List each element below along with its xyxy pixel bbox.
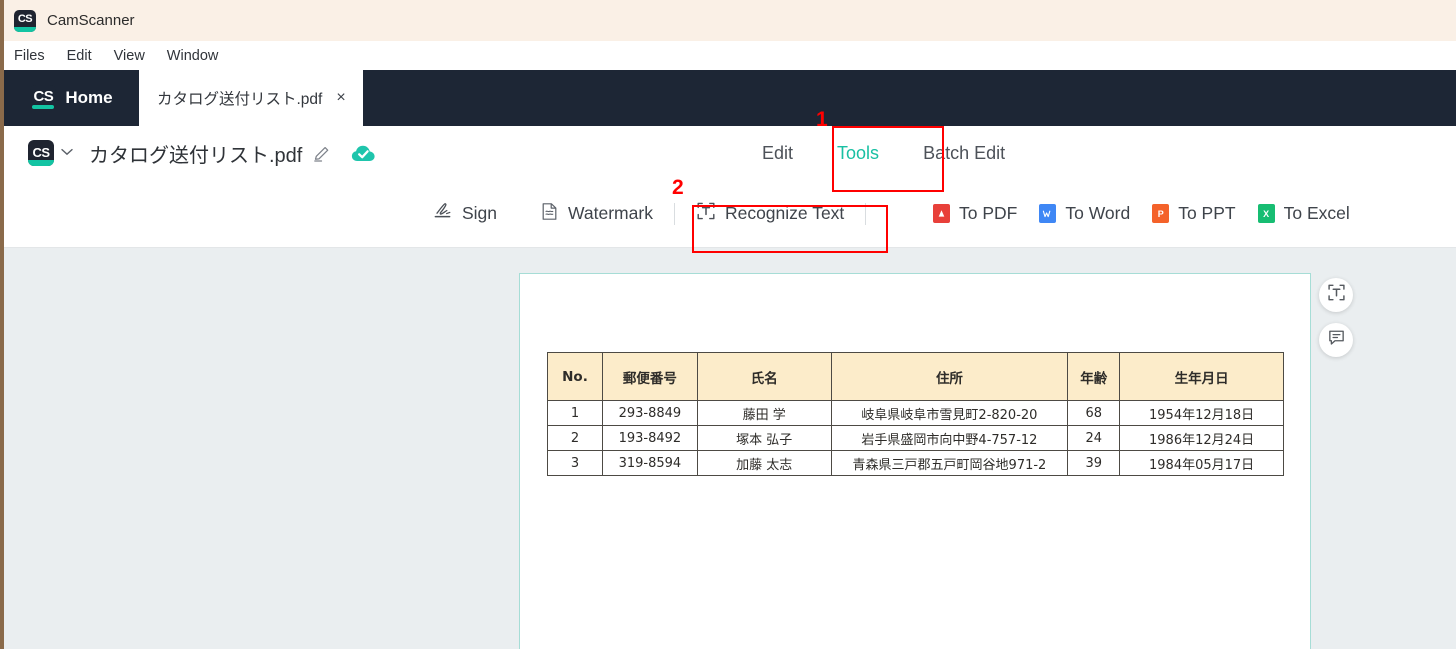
cell-birthday: 1986年12月24日 xyxy=(1119,425,1284,451)
toolbar-divider-2 xyxy=(865,202,867,225)
table-header-row: No. 郵便番号 氏名 住所 年齢 生年月日 xyxy=(547,352,1284,401)
tool-button-group: Sign Watermark Recognize Text xyxy=(422,193,876,234)
table-row: 2 193-8492 塚本 弘子 岩手県盛岡市向中野4-757-12 24 19… xyxy=(547,425,1284,451)
cloud-check-icon xyxy=(351,144,376,163)
menu-edit[interactable]: Edit xyxy=(67,48,92,64)
document-header: CS カタログ送付リスト.pdf Edit Tools Batch Edit xyxy=(4,126,1456,180)
cell-birthday: 1954年12月18日 xyxy=(1119,400,1284,426)
col-header-name: 氏名 xyxy=(696,352,832,401)
word-file-icon xyxy=(1039,204,1057,223)
pdf-file-icon xyxy=(933,204,950,223)
to-word-label: To Word xyxy=(1065,203,1131,223)
sign-button[interactable]: Sign xyxy=(422,193,508,234)
cell-zip: 193-8492 xyxy=(601,425,698,451)
to-pdf-label: To PDF xyxy=(959,203,1018,223)
ocr-text-icon xyxy=(696,201,716,226)
watermark-label: Watermark xyxy=(568,203,653,223)
tab-document[interactable]: カタログ送付リスト.pdf × xyxy=(139,70,363,126)
document-logo-text: CS xyxy=(32,144,50,160)
page-title: カタログ送付リスト.pdf xyxy=(89,144,303,167)
cell-address: 岩手県盛岡市向中野4-757-12 xyxy=(830,425,1069,451)
table-row: 3 319-8594 加藤 太志 青森県三戸郡五戸町岡谷地971-2 39 19… xyxy=(547,450,1284,476)
comment-float-button[interactable] xyxy=(1319,323,1353,357)
cell-age: 24 xyxy=(1067,425,1121,451)
cell-name: 加藤 太志 xyxy=(696,450,832,476)
menu-view[interactable]: View xyxy=(114,48,145,64)
to-excel-label: To Excel xyxy=(1283,203,1350,223)
document-page[interactable]: No. 郵便番号 氏名 住所 年齢 生年月日 1 293-8849 藤田 学 岐… xyxy=(519,273,1311,649)
to-excel-button[interactable]: X To Excel xyxy=(1247,195,1361,232)
excel-file-icon: X xyxy=(1257,204,1275,223)
chevron-down-icon[interactable] xyxy=(61,147,73,159)
to-ppt-button[interactable]: P To PPT xyxy=(1141,195,1246,232)
tab-home-label: Home xyxy=(65,88,113,107)
watermark-document-icon xyxy=(540,202,559,226)
app-window: CS CamScanner Files Edit View Window CS … xyxy=(0,0,1456,649)
tab-batch-edit[interactable]: Batch Edit xyxy=(901,126,1027,180)
tab-edit[interactable]: Edit xyxy=(740,126,815,180)
recognize-text-button[interactable]: Recognize Text xyxy=(685,193,855,234)
floating-action-buttons xyxy=(1319,278,1353,357)
menu-window[interactable]: Window xyxy=(167,48,219,64)
home-logo-text: CS xyxy=(33,88,54,105)
to-ppt-label: To PPT xyxy=(1178,203,1236,223)
document-canvas[interactable]: No. 郵便番号 氏名 住所 年齢 生年月日 1 293-8849 藤田 学 岐… xyxy=(4,248,1456,649)
col-header-age: 年齢 xyxy=(1067,352,1121,401)
tab-home[interactable]: CS Home xyxy=(4,70,139,126)
menu-bar: Files Edit View Window xyxy=(4,41,1456,70)
tools-toolbar: Sign Watermark Recognize Text To PDF To … xyxy=(4,180,1456,248)
cell-birthday: 1984年05月17日 xyxy=(1119,450,1284,476)
menu-files[interactable]: Files xyxy=(14,48,45,64)
tab-document-label: カタログ送付リスト.pdf xyxy=(157,91,323,108)
comment-bubble-icon xyxy=(1327,328,1346,352)
sign-label: Sign xyxy=(462,203,498,223)
cell-address: 青森県三戸郡五戸町岡谷地971-2 xyxy=(830,450,1069,476)
to-word-button[interactable]: To Word xyxy=(1028,195,1141,232)
table-row: 1 293-8849 藤田 学 岐阜県岐阜市雪見町2-820-20 68 195… xyxy=(547,400,1284,426)
cell-no: 3 xyxy=(547,450,603,476)
camscanner-logo-icon: CS xyxy=(14,9,36,32)
col-header-address: 住所 xyxy=(830,352,1069,401)
recognize-text-float-button[interactable] xyxy=(1319,278,1353,312)
tab-strip: CS Home カタログ送付リスト.pdf × xyxy=(4,70,1456,126)
toolbar-divider-1 xyxy=(673,202,675,225)
cell-name: 藤田 学 xyxy=(696,400,832,426)
document-logo-icon: CS xyxy=(28,140,54,166)
cell-age: 39 xyxy=(1067,450,1121,476)
to-pdf-button[interactable]: To PDF xyxy=(922,195,1028,232)
mode-tabs: Edit Tools Batch Edit xyxy=(740,126,1027,180)
address-table: No. 郵便番号 氏名 住所 年齢 生年月日 1 293-8849 藤田 学 岐… xyxy=(547,352,1284,476)
ppt-glyph: P xyxy=(1157,208,1164,219)
cell-address: 岐阜県岐阜市雪見町2-820-20 xyxy=(830,400,1069,426)
export-button-group: To PDF To Word P To PPT X To Excel xyxy=(922,195,1361,232)
col-header-no: No. xyxy=(547,352,603,401)
title-bar: CS CamScanner xyxy=(4,0,1456,41)
col-header-birthday: 生年月日 xyxy=(1119,352,1284,401)
watermark-button[interactable]: Watermark xyxy=(529,194,664,234)
cell-no: 2 xyxy=(547,425,603,451)
cell-no: 1 xyxy=(547,400,603,426)
logo-text: CS xyxy=(17,13,33,25)
pencil-icon[interactable] xyxy=(312,144,331,163)
close-icon[interactable]: × xyxy=(336,90,345,106)
cell-name: 塚本 弘子 xyxy=(696,425,832,451)
cell-zip: 319-8594 xyxy=(601,450,698,476)
ocr-text-icon xyxy=(1327,283,1346,307)
tab-tools[interactable]: Tools xyxy=(815,126,901,180)
signature-pen-icon xyxy=(433,201,453,226)
excel-glyph: X xyxy=(1263,208,1270,219)
ppt-file-icon: P xyxy=(1152,204,1170,223)
home-logo-icon: CS xyxy=(30,85,57,111)
recognize-text-label: Recognize Text xyxy=(724,203,845,223)
cell-zip: 293-8849 xyxy=(601,400,698,426)
app-title: CamScanner xyxy=(47,12,135,29)
cell-age: 68 xyxy=(1067,400,1121,426)
col-header-zip: 郵便番号 xyxy=(601,352,698,401)
